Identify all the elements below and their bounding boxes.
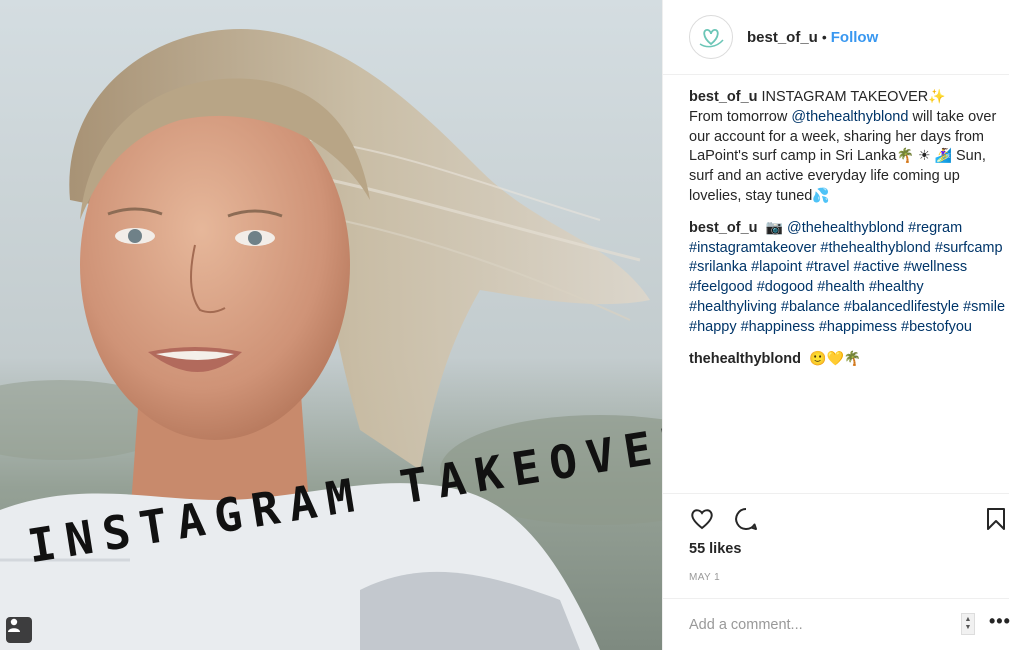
comment-username[interactable]: best_of_u (689, 220, 758, 236)
comment-username[interactable]: best_of_u (689, 89, 758, 105)
follow-button[interactable]: Follow (831, 29, 879, 46)
droplets-emoji: 💦 (812, 187, 830, 204)
mention-link[interactable]: @thehealthyblond (791, 109, 908, 125)
hashtag-link[interactable]: #balancedlifestyle (844, 299, 959, 315)
camera-emoji: 📷 (765, 219, 783, 236)
hashtag-link[interactable]: #balance (781, 299, 840, 315)
hashtag-link[interactable]: #dogood (757, 279, 813, 295)
like-count[interactable]: 55 likes (689, 541, 741, 557)
header-separator: • (821, 29, 827, 45)
hashtag-link[interactable]: #bestofyou (901, 319, 972, 335)
hashtag-link[interactable]: #wellness (903, 259, 967, 275)
action-bar (663, 493, 1009, 542)
header-username[interactable]: best_of_u (747, 29, 818, 46)
surfer-emoji: 🏄‍♀ (934, 148, 952, 165)
more-options-button[interactable]: ••• (989, 611, 1011, 632)
palm-tree-emoji: 🌴 (896, 148, 914, 165)
bookmark-icon (987, 508, 1005, 530)
save-button[interactable] (983, 506, 1009, 532)
reply-emojis: 🙂💛🌴 (809, 350, 862, 367)
mention-link[interactable]: @thehealthyblond (787, 220, 904, 236)
comment-input[interactable] (687, 613, 951, 637)
hashtag-link[interactable]: #srilanka (689, 259, 747, 275)
add-comment-bar: ▲ ▼ ••• (663, 598, 1011, 651)
hashtag-link[interactable]: #healthyliving (689, 299, 777, 315)
caption-text-title: INSTAGRAM TAKEOVER (761, 89, 929, 105)
hashtag-link[interactable]: #surfcamp (935, 240, 1003, 256)
chevron-down-icon: ▼ (964, 624, 972, 631)
hashtag-link[interactable]: #happiness (741, 319, 815, 335)
chevron-up-icon: ▲ (964, 616, 972, 623)
sun-emoji: ☀ (917, 148, 931, 165)
comments-list: best_of_u INSTAGRAM TAKEOVER✨ From tomorr… (689, 88, 1007, 381)
hashtag-link[interactable]: #health (817, 279, 865, 295)
hashtag-link[interactable]: #happimess (819, 319, 897, 335)
avatar[interactable] (689, 15, 733, 59)
hashtag-link[interactable]: #feelgood (689, 279, 753, 295)
speech-bubble-icon (735, 508, 757, 530)
hashtag-link[interactable]: #travel (806, 259, 850, 275)
heart-logo-icon (699, 29, 724, 48)
heart-icon (691, 509, 713, 530)
comment-button[interactable] (733, 506, 759, 532)
hashtag-link[interactable]: #instagramtakeover (689, 240, 816, 256)
hashtag-link[interactable]: #happy (689, 319, 737, 335)
hashtag-link[interactable]: #regram (908, 220, 962, 236)
like-button[interactable] (689, 506, 715, 532)
post-photo[interactable]: INSTAGRAM TAKEOVER (0, 0, 662, 650)
hashtag-link[interactable]: #thehealthyblond (820, 240, 930, 256)
sparkles-emoji: ✨ (928, 89, 946, 105)
hashtag-link[interactable]: #lapoint (751, 259, 802, 275)
comment-scroll-control[interactable]: ▲ ▼ (961, 613, 975, 635)
post-side-panel: best_of_u • Follow best_of_u INSTAGRAM TA… (662, 0, 1024, 650)
hashtag-link[interactable]: #smile (963, 299, 1005, 315)
post-header: best_of_u • Follow (663, 0, 1009, 75)
comment-username[interactable]: thehealthyblond (689, 351, 801, 367)
caption-text-intro: From tomorrow (689, 108, 788, 125)
hashtag-link[interactable]: #healthy (869, 279, 924, 295)
user-silhouette-icon (8, 618, 20, 632)
reply-comment: thehealthyblond 🙂💛🌴 (689, 350, 1007, 370)
hashtags-comment: best_of_u 📷 @thehealthyblond #regram #in… (689, 219, 1007, 338)
hashtag-link[interactable]: #active (853, 259, 899, 275)
post-date[interactable]: MAY 1 (689, 572, 720, 583)
tagged-user-button[interactable] (6, 617, 32, 643)
caption-comment: best_of_u INSTAGRAM TAKEOVER✨ From tomorr… (689, 88, 1007, 207)
